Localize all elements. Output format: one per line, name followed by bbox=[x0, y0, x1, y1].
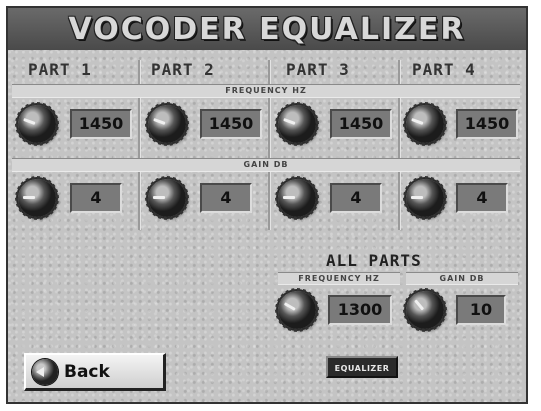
part-1-frequency-value[interactable]: 1450 bbox=[70, 109, 132, 139]
part-3-frequency-value[interactable]: 1450 bbox=[330, 109, 392, 139]
part-2-gain-knob[interactable] bbox=[145, 176, 189, 220]
all-parts-frequency-value[interactable]: 1300 bbox=[328, 295, 392, 325]
part-1-header: PART 1 bbox=[28, 60, 92, 79]
part-3-gain-value[interactable]: 4 bbox=[330, 183, 382, 213]
back-button[interactable]: Back bbox=[24, 353, 166, 391]
part-3-gain-knob[interactable] bbox=[275, 176, 319, 220]
all-parts-gain-value[interactable]: 10 bbox=[456, 295, 506, 325]
part-4-frequency-value[interactable]: 1450 bbox=[456, 109, 518, 139]
all-parts-frequency-label: FREQUENCY HZ bbox=[278, 272, 400, 285]
gain-section-label: GAIN DB bbox=[12, 158, 520, 172]
part-1-gain-knob[interactable] bbox=[15, 176, 59, 220]
part-1-gain-value[interactable]: 4 bbox=[70, 183, 122, 213]
part-3-header: PART 3 bbox=[286, 60, 350, 79]
part-1-frequency-knob[interactable] bbox=[15, 102, 59, 146]
back-arrow-icon bbox=[32, 358, 58, 385]
part-2-gain-value[interactable]: 4 bbox=[200, 183, 252, 213]
part-2-frequency-value[interactable]: 1450 bbox=[200, 109, 262, 139]
part-2-frequency-knob[interactable] bbox=[145, 102, 189, 146]
all-parts-gain-knob[interactable] bbox=[403, 288, 447, 332]
all-parts-label: ALL PARTS bbox=[326, 251, 422, 270]
part-4-frequency-knob[interactable] bbox=[403, 102, 447, 146]
page-title: VOCODER EQUALIZER bbox=[68, 11, 466, 47]
title-bar: VOCODER EQUALIZER bbox=[8, 8, 526, 50]
vocoder-equalizer-screen: VOCODER EQUALIZER PART 1 PART 2 PART 3 P… bbox=[6, 6, 528, 404]
part-4-gain-value[interactable]: 4 bbox=[456, 183, 508, 213]
part-2-header: PART 2 bbox=[151, 60, 215, 79]
all-parts-gain-label: GAIN DB bbox=[406, 272, 518, 285]
all-parts-frequency-knob[interactable] bbox=[275, 288, 319, 332]
equalizer-toggle-button[interactable]: EQUALIZER bbox=[326, 356, 398, 378]
frequency-section-label: FREQUENCY HZ bbox=[12, 84, 520, 98]
part-4-header: PART 4 bbox=[412, 60, 476, 79]
back-button-label: Back bbox=[64, 361, 110, 382]
part-4-gain-knob[interactable] bbox=[403, 176, 447, 220]
part-3-frequency-knob[interactable] bbox=[275, 102, 319, 146]
